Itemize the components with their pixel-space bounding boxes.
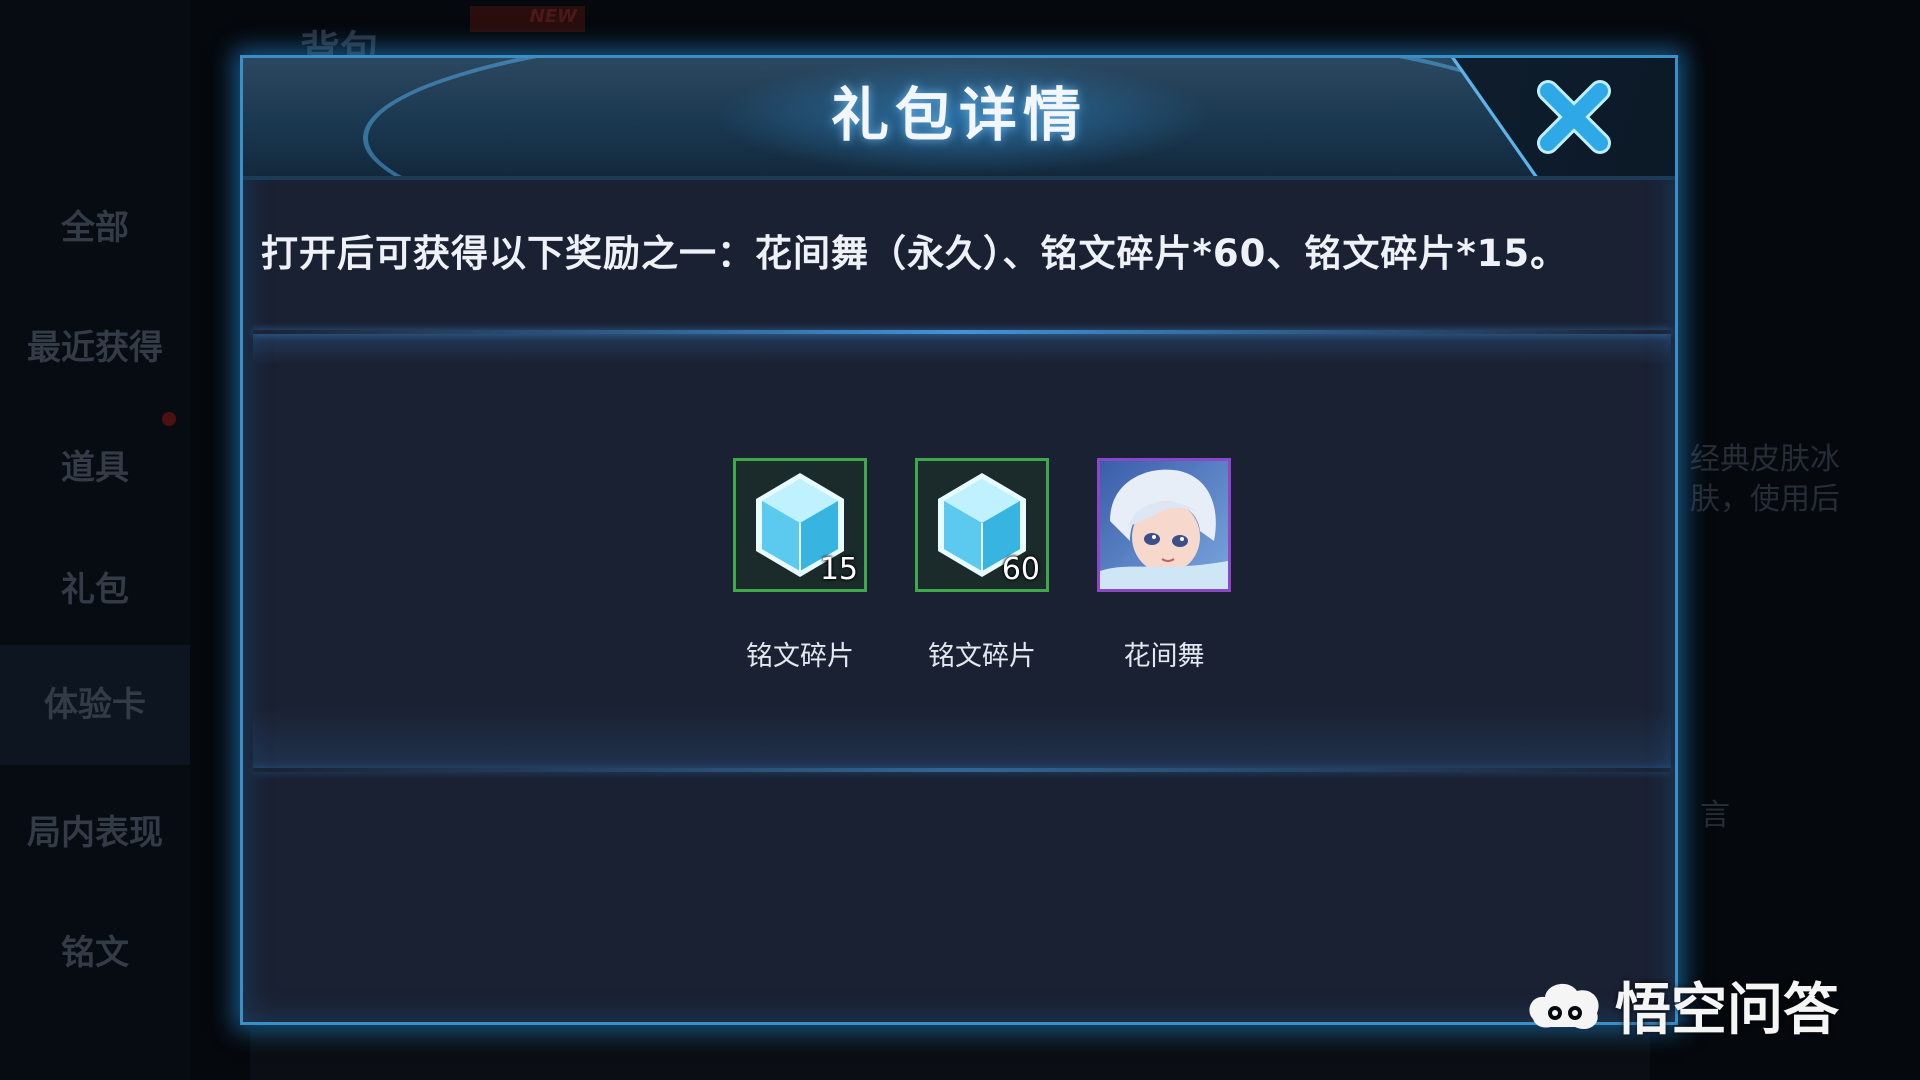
- gift-description: 打开后可获得以下奖励之一：花间舞（永久）、铭文碎片*60、铭文碎片*15。: [261, 232, 1569, 275]
- reward-list: 15 铭文碎片 60 铭文碎片 花间舞: [243, 458, 1675, 758]
- watermark-text: 悟空问答: [1615, 977, 1839, 1043]
- bg-sidebar-item-gifts: 礼包: [61, 570, 129, 610]
- reward-label: 铭文碎片: [928, 641, 1036, 672]
- reward-count: 60: [1001, 552, 1040, 587]
- bg-item-description: 经典皮肤冰 肤，使用后: [1690, 442, 1840, 517]
- reward-tile: 15: [733, 458, 867, 592]
- reward-item-skin[interactable]: 花间舞: [1097, 458, 1237, 673]
- bg-item-text: 言: [1700, 798, 1730, 833]
- reward-tile: [1097, 458, 1231, 592]
- bg-new-badge: NEW: [470, 6, 585, 32]
- gift-details-dialog: 礼包详情 打开后可获得以下奖励之一：花间舞（永久）、铭文碎片*60、铭文碎片*1…: [240, 55, 1678, 1025]
- bg-sidebar-item-trial-cards: 体验卡: [0, 645, 190, 765]
- reward-count: 15: [819, 552, 858, 587]
- bg-sidebar: 全部 最近获得 道具 礼包 体验卡 局内表现 铭文: [0, 0, 190, 1080]
- reward-label: 铭文碎片: [746, 641, 854, 672]
- wukong-logo-icon: [1529, 983, 1599, 1030]
- reward-label: 花间舞: [1123, 641, 1205, 672]
- watermark: 悟空问答: [1525, 965, 1839, 1045]
- close-x-icon: [1537, 80, 1611, 154]
- bg-sidebar-item-performance: 局内表现: [27, 813, 163, 853]
- skin-portrait-icon: [1100, 461, 1228, 589]
- divider-top: [253, 330, 1671, 334]
- bg-item-strip: [250, 1030, 1650, 1080]
- reward-item-shard-60[interactable]: 60 铭文碎片: [915, 458, 1055, 673]
- bg-sidebar-item-recent: 最近获得: [27, 328, 163, 368]
- reward-tile: 60: [915, 458, 1049, 592]
- dialog-title: 礼包详情: [830, 81, 1087, 149]
- bg-notification-dot: [162, 412, 176, 426]
- divider-bottom: [253, 768, 1671, 772]
- close-button[interactable]: [1533, 76, 1615, 158]
- bg-sidebar-item-all: 全部: [61, 208, 129, 248]
- reward-item-shard-15[interactable]: 15 铭文碎片: [733, 458, 873, 673]
- divider-glow: [253, 334, 1671, 364]
- bg-sidebar-item-inscription: 铭文: [61, 933, 129, 973]
- bg-sidebar-item-items: 道具: [61, 448, 129, 488]
